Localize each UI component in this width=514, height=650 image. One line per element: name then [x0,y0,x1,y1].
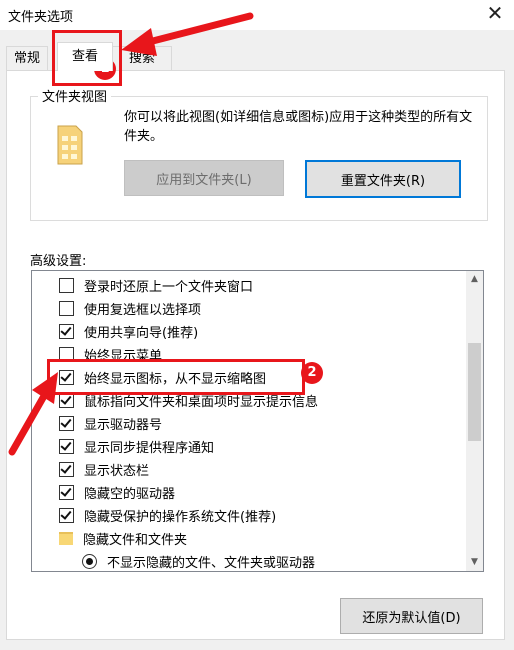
checkbox[interactable] [59,462,74,477]
advanced-settings-list[interactable]: 登录时还原上一个文件夹窗口 使用复选框以选择项 使用共享向导(推荐) 始终显示菜… [31,270,484,572]
list-item-label: 使用复选框以选择项 [84,303,202,318]
list-item-label: 使用共享向导(推荐) [84,326,199,341]
apply-to-folders-button[interactable]: 应用到文件夹(L) [124,160,284,196]
list-item[interactable]: 隐藏受保护的操作系统文件(推荐) [32,504,462,527]
list-item[interactable]: 登录时还原上一个文件夹窗口 [32,274,462,297]
annotation-arrow-1 [121,12,254,56]
folder-view-icon [57,125,83,165]
scrollbar-thumb[interactable] [468,343,481,441]
list-item[interactable]: 使用共享向导(推荐) [32,320,462,343]
advanced-settings-label: 高级设置: [30,254,87,269]
title-bar [0,0,514,30]
window-title: 文件夹选项 [8,10,74,25]
checkbox[interactable] [59,301,74,316]
list-item-folder-group: 隐藏文件和文件夹 [32,527,462,550]
scrollbar[interactable]: ▲ ▼ [466,271,483,571]
list-item[interactable]: 显示驱动器号 [32,412,462,435]
list-item-label: 显示状态栏 [84,464,150,479]
checkbox[interactable] [59,278,74,293]
reset-folders-button[interactable]: 重置文件夹(R) [305,160,461,198]
annotation-box-option [47,359,305,395]
list-item[interactable]: 显示状态栏 [32,458,462,481]
list-item[interactable]: 不显示隐藏的文件、文件夹或驱动器 [32,550,462,571]
list-item[interactable]: 隐藏空的驱动器 [32,481,462,504]
checkbox[interactable] [59,324,74,339]
radio-button[interactable] [82,554,97,569]
list-item-label: 隐藏文件和文件夹 [83,533,188,548]
checkbox[interactable] [59,508,74,523]
restore-defaults-button[interactable]: 还原为默认值(D) [340,598,483,634]
list-item[interactable]: 显示同步提供程序通知 [32,435,462,458]
annotation-arrow-2 [8,372,58,456]
list-item-label: 隐藏空的驱动器 [84,487,176,502]
folder-view-description: 你可以将此视图(如详细信息或图标)应用于这种类型的所有文件夹。 [124,110,473,144]
list-item-label: 显示驱动器号 [84,418,163,433]
annotation-badge-2: 2 [301,362,323,384]
folder-view-label: 文件夹视图 [38,86,112,105]
list-item[interactable]: 使用复选框以选择项 [32,297,462,320]
scroll-down-icon[interactable]: ▼ [466,554,483,571]
tab-general[interactable]: 常规 [6,46,48,71]
scroll-up-icon[interactable]: ▲ [466,271,483,288]
checkbox[interactable] [59,485,74,500]
list-item-label: 显示同步提供程序通知 [84,441,215,456]
list-item-label: 登录时还原上一个文件夹窗口 [84,280,254,295]
folder-icon [59,532,73,545]
list-item-label: 隐藏受保护的操作系统文件(推荐) [84,510,277,525]
list-item-label: 不显示隐藏的文件、文件夹或驱动器 [107,556,316,571]
close-icon[interactable]: ✕ [484,2,506,24]
tab-view[interactable]: 查看 [57,42,113,71]
